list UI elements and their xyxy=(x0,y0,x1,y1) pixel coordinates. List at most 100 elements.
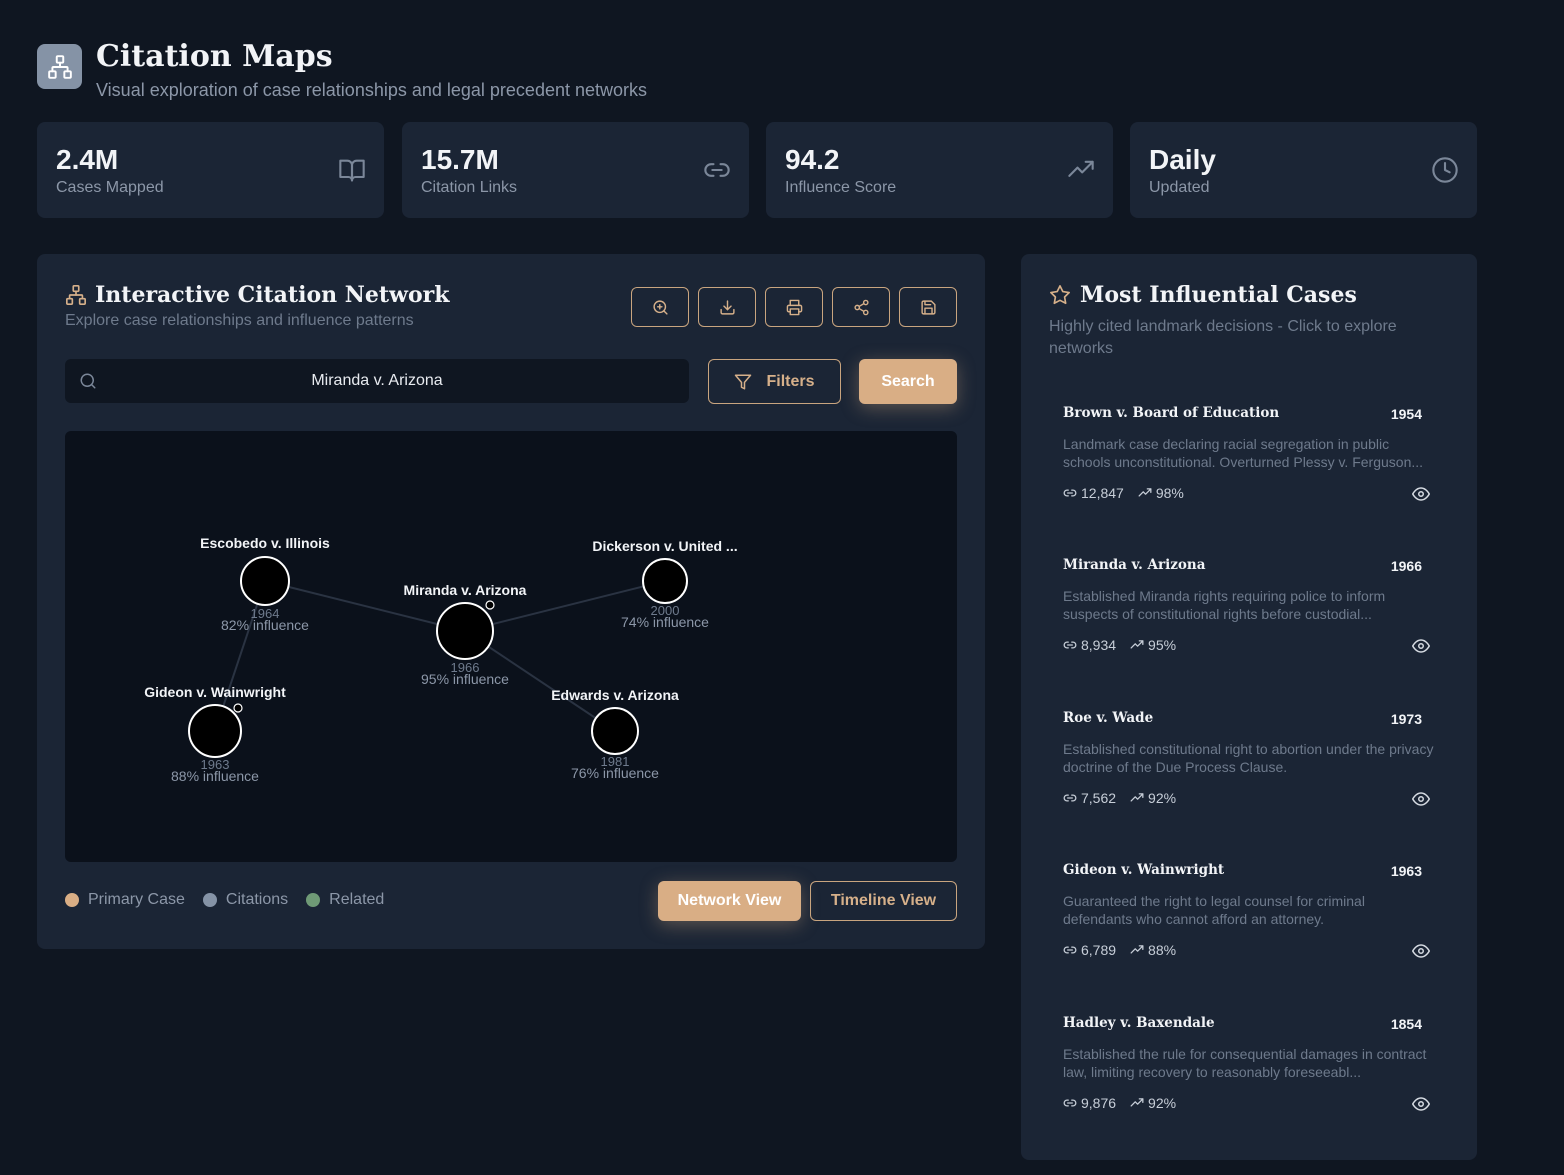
legend-item-related: Related xyxy=(306,891,384,909)
zoom-in-button[interactable] xyxy=(631,287,689,327)
case-stats: 12,847 98% xyxy=(1063,485,1198,501)
influence-score: 98% xyxy=(1138,485,1184,501)
influence-score: 88% xyxy=(1130,942,1176,958)
citations-value: 7,562 xyxy=(1081,790,1117,806)
search-button[interactable]: Search xyxy=(859,359,957,404)
citations-count: 12,847 xyxy=(1063,485,1124,501)
case-name: Roe v. Wade xyxy=(1063,710,1154,726)
case-year: 1966 xyxy=(1390,558,1422,574)
node-name: Escobedo v. Illinois xyxy=(200,535,330,551)
node-influence: 95% influence xyxy=(421,671,509,687)
panel-header: Most Influential Cases xyxy=(1049,282,1357,308)
timeline-view-button[interactable]: Timeline View xyxy=(810,881,957,921)
network-view-button[interactable]: Network View xyxy=(658,881,801,921)
citations-value: 9,876 xyxy=(1081,1095,1117,1111)
filters-button[interactable]: Filters xyxy=(708,359,841,404)
citations-value: 6,789 xyxy=(1081,942,1117,958)
hierarchy-icon xyxy=(66,285,86,305)
case-stats: 9,876 92% xyxy=(1063,1095,1190,1111)
case-description: Guaranteed the right to legal counsel fo… xyxy=(1063,893,1365,927)
trending-up-icon xyxy=(1138,488,1152,497)
stat-label: Cases Mapped xyxy=(56,179,164,196)
case-name: Miranda v. Arizona xyxy=(1063,557,1206,573)
graph-node-escobedo[interactable]: Escobedo v. Illinois 1964 82% influence xyxy=(200,535,330,633)
case-year: 1954 xyxy=(1390,406,1422,422)
star-icon xyxy=(1050,285,1070,305)
download-button[interactable] xyxy=(698,287,756,327)
save-icon xyxy=(920,299,936,315)
graph-node-dickerson[interactable]: Dickerson v. United ... 2000 74% influen… xyxy=(592,538,737,630)
download-icon xyxy=(719,299,735,315)
network-graph-svg: Escobedo v. Illinois 1964 82% influence … xyxy=(144,535,737,784)
stat-value: 94.2 xyxy=(785,144,840,175)
citations-count: 9,876 xyxy=(1063,1095,1116,1111)
influence-score: 95% xyxy=(1130,637,1176,653)
score-value: 95% xyxy=(1148,637,1177,653)
case-description: Established Miranda rights requiring pol… xyxy=(1063,588,1386,622)
legend-label: Primary Case xyxy=(88,891,185,908)
link-icon xyxy=(1063,946,1077,954)
filters-label: Filters xyxy=(766,372,815,390)
stat-card-updated: Daily Updated xyxy=(1130,122,1477,218)
eye-icon[interactable] xyxy=(1412,1095,1430,1113)
node-name: Gideon v. Wainwright xyxy=(144,684,286,700)
share-button[interactable] xyxy=(832,287,890,327)
score-value: 92% xyxy=(1148,790,1177,806)
graph-node-edwards[interactable]: Edwards v. Arizona 1981 76% influence xyxy=(551,687,679,781)
print-button[interactable] xyxy=(765,287,823,327)
search-input[interactable]: Miranda v. Arizona xyxy=(65,359,689,403)
network-graph[interactable]: Escobedo v. Illinois 1964 82% influence … xyxy=(65,431,957,862)
page-header: Citation Maps Visual exploration of case… xyxy=(37,39,648,101)
citations-count: 7,562 xyxy=(1063,790,1116,806)
node-influence: 82% influence xyxy=(221,617,309,633)
trending-up-icon xyxy=(1130,945,1144,954)
link-icon xyxy=(1063,1099,1077,1107)
clock-icon xyxy=(1432,157,1458,183)
node-name: Miranda v. Arizona xyxy=(404,582,527,598)
legend-item-citations: Citations xyxy=(202,891,288,909)
filter-icon xyxy=(735,374,752,389)
legend-item-primary: Primary Case xyxy=(65,891,185,909)
citations-value: 8,934 xyxy=(1081,637,1117,653)
hierarchy-icon xyxy=(37,44,82,89)
node-influence: 76% influence xyxy=(571,765,659,781)
page-title: Citation Maps xyxy=(96,39,333,74)
eye-icon[interactable] xyxy=(1412,790,1430,808)
page-subtitle: Visual exploration of case relationships… xyxy=(96,80,648,100)
search-value: Miranda v. Arizona xyxy=(311,372,443,389)
legend-label: Related xyxy=(329,891,385,908)
eye-icon[interactable] xyxy=(1412,485,1430,503)
link-icon xyxy=(704,163,730,177)
trending-up-icon xyxy=(1130,793,1144,802)
node-influence: 74% influence xyxy=(621,614,709,630)
node-badge xyxy=(233,703,243,713)
case-stats: 6,789 88% xyxy=(1063,942,1190,958)
stat-value: 15.7M xyxy=(421,144,499,175)
graph-node-miranda[interactable]: Miranda v. Arizona 1966 95% influence xyxy=(404,582,527,687)
score-value: 92% xyxy=(1148,1095,1177,1111)
eye-icon[interactable] xyxy=(1412,637,1430,655)
node-name: Dickerson v. United ... xyxy=(592,538,737,554)
stat-label: Updated xyxy=(1149,179,1210,196)
stat-label: Influence Score xyxy=(785,179,897,196)
stat-card-links: 15.7M Citation Links xyxy=(402,122,749,218)
case-name: Gideon v. Wainwright xyxy=(1063,862,1225,878)
citation-network-panel: Interactive Citation Network Explore cas… xyxy=(37,254,985,949)
node-badge xyxy=(485,600,495,610)
influence-score: 92% xyxy=(1130,790,1176,806)
case-name: Hadley v. Baxendale xyxy=(1063,1015,1215,1031)
trending-up-icon xyxy=(1068,160,1094,177)
citations-value: 12,847 xyxy=(1081,485,1124,501)
case-name: Brown v. Board of Education xyxy=(1063,405,1280,421)
panel-header: Interactive Citation Network xyxy=(65,282,450,308)
case-description: Landmark case declaring racial segregati… xyxy=(1063,436,1424,470)
case-year: 1854 xyxy=(1390,1016,1422,1032)
save-button[interactable] xyxy=(899,287,957,327)
stat-value: Daily xyxy=(1149,144,1216,175)
graph-node-gideon[interactable]: Gideon v. Wainwright 1963 88% influence xyxy=(144,684,286,784)
trending-up-icon xyxy=(1130,640,1144,649)
eye-icon[interactable] xyxy=(1412,942,1430,960)
link-icon xyxy=(1063,794,1077,802)
case-description: Established constitutional right to abor… xyxy=(1063,741,1434,775)
link-icon xyxy=(1063,641,1077,649)
